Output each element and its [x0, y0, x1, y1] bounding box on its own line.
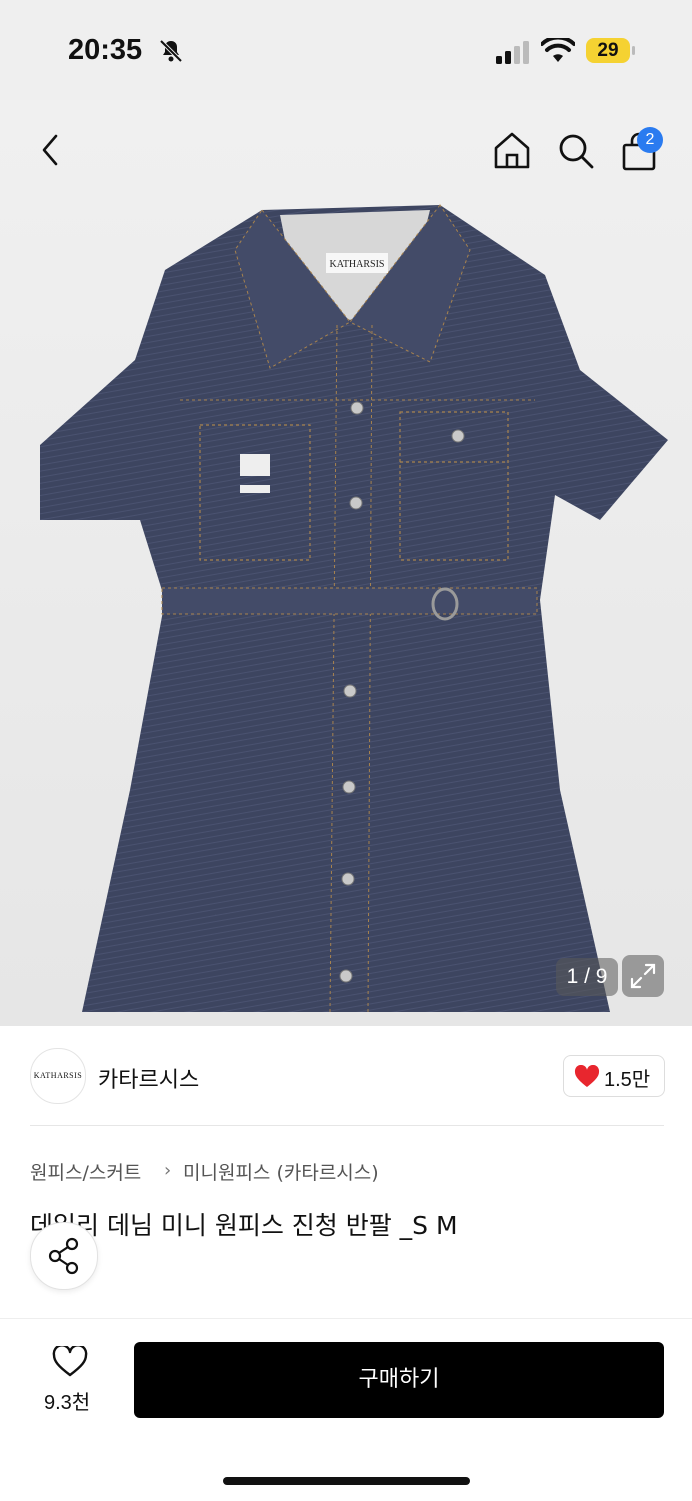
search-icon[interactable] [556, 131, 596, 171]
heart-filled-icon [574, 1065, 600, 1087]
cart-badge: 2 [637, 127, 663, 153]
home-indicator [223, 1477, 470, 1485]
battery-cap [632, 46, 635, 55]
buy-button[interactable]: 구매하기 [134, 1342, 664, 1418]
breadcrumb-category[interactable]: 원피스/스커트 [30, 1158, 141, 1185]
wishlist-count: 9.3천 [44, 1392, 91, 1414]
expand-button[interactable] [622, 955, 664, 997]
expand-icon [630, 963, 656, 989]
brand-logo[interactable]: KATHARSIS [30, 1048, 86, 1104]
battery-level: 29 [586, 38, 630, 63]
status-time: 20:35 [68, 34, 143, 66]
mute-bell-icon [159, 39, 183, 63]
cellular-signal-icon [496, 41, 529, 64]
breadcrumb-chevron-icon: › [164, 1160, 172, 1181]
share-icon [48, 1237, 79, 1275]
product-image-gallery[interactable]: KATHARSIS [0, 100, 692, 1026]
brand-name[interactable]: 카타르시스 [98, 1062, 199, 1094]
neck-label-text: KATHARSIS [329, 259, 384, 270]
share-button[interactable] [30, 1222, 98, 1290]
denim-dress-image: KATHARSIS [0, 100, 692, 1026]
wishlist-heart-icon[interactable] [52, 1346, 88, 1378]
breadcrumb-subcategory[interactable]: 미니원피스 (카타르시스) [183, 1158, 379, 1185]
back-icon[interactable] [36, 132, 64, 168]
wifi-icon [541, 38, 575, 62]
brand-like-count: 1.5만 [604, 1069, 651, 1091]
divider [30, 1125, 664, 1126]
home-icon[interactable] [492, 130, 532, 170]
image-counter: 1 / 9 [556, 958, 618, 996]
status-bar: 20:35 29 [0, 0, 692, 100]
